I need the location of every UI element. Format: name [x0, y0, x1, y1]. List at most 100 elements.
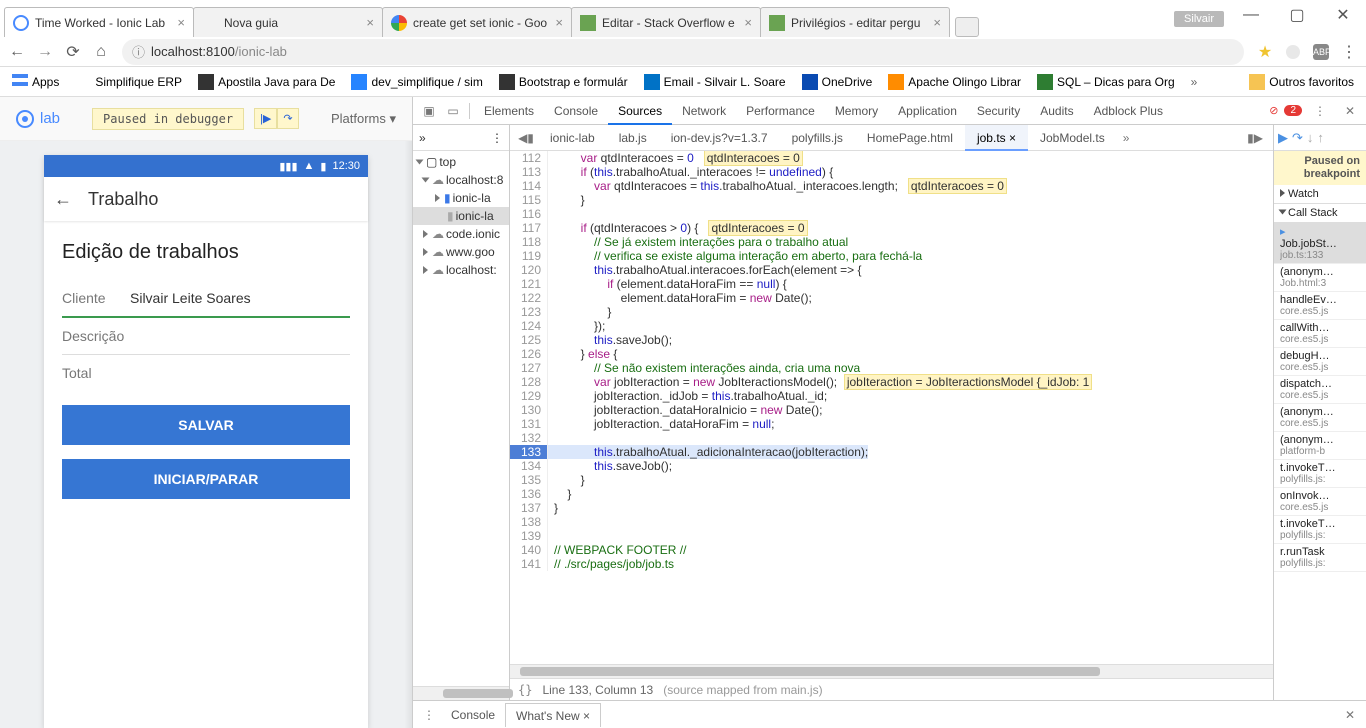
bookmark-item[interactable]: SQL – Dicas para Org [1031, 71, 1181, 93]
browser-tab[interactable]: Editar - Stack Overflow e × [571, 7, 761, 37]
stack-frame[interactable]: onInvok…core.es5.js [1274, 488, 1366, 516]
bookmark-item[interactable]: dev_simplifique / sim [345, 71, 488, 93]
inspect-icon[interactable]: ▣ [417, 99, 441, 123]
code-line[interactable]: 133 this.trabalhoAtual._adicionaInteraca… [510, 445, 1273, 459]
platforms-dropdown[interactable]: Platforms ▾ [331, 111, 396, 127]
code-line[interactable]: 132 [510, 431, 1273, 445]
bookmark-item[interactable]: Bootstrap e formulár [493, 71, 634, 93]
browser-tab[interactable]: Time Worked - Ionic Lab × [4, 7, 194, 37]
total-field[interactable]: Total [62, 355, 350, 391]
tree-file[interactable]: ▮ ionic-la [413, 207, 509, 225]
code-line[interactable]: 112 var qtdInteracoes = 0 qtdInteracoes … [510, 151, 1273, 165]
tab-elements[interactable]: Elements [474, 97, 544, 125]
code-line[interactable]: 126 } else { [510, 347, 1273, 361]
tree-folder[interactable]: ▮ ionic-la [413, 189, 509, 207]
close-icon[interactable]: × [933, 15, 941, 30]
stack-frame[interactable]: (anonym…Job.html:3 [1274, 264, 1366, 292]
code-line[interactable]: 135 } [510, 473, 1273, 487]
browser-tab[interactable]: Nova guia × [193, 7, 383, 37]
code-line[interactable]: 122 element.dataHoraFim = new Date(); [510, 291, 1273, 305]
code-line[interactable]: 138 [510, 515, 1273, 529]
site-info-icon[interactable]: ⓘ [132, 42, 145, 61]
bookmark-overflow[interactable]: » [1185, 72, 1204, 92]
editor-scrollbar[interactable] [510, 664, 1273, 678]
more-icon[interactable]: ⋮ [491, 131, 503, 145]
code-line[interactable]: 115 } [510, 193, 1273, 207]
drawer-tab-whatsnew[interactable]: What's New × [505, 703, 601, 727]
code-line[interactable]: 140// WEBPACK FOOTER // [510, 543, 1273, 557]
code-line[interactable]: 114 var qtdInteracoes = this.trabalhoAtu… [510, 179, 1273, 193]
code-line[interactable]: 141// ./src/pages/job/job.ts [510, 557, 1273, 571]
descricao-field[interactable]: Descrição [62, 318, 350, 355]
navigator-scrollbar[interactable] [413, 686, 509, 700]
code-line[interactable]: 139 [510, 529, 1273, 543]
drawer-close-icon[interactable]: ✕ [1338, 703, 1362, 727]
code-line[interactable]: 131 jobIteraction._dataHoraFim = null; [510, 417, 1273, 431]
tab-console[interactable]: Console [544, 97, 608, 125]
forward-button[interactable]: → [34, 41, 56, 63]
file-tab[interactable]: HomePage.html [855, 125, 965, 151]
apps-button[interactable]: Apps [6, 71, 65, 93]
resume-icon[interactable]: |▶ [254, 108, 277, 129]
code-line[interactable]: 118 // Se já existem interações para o t… [510, 235, 1273, 249]
code-line[interactable]: 113 if (this.trabalhoAtual._interacoes !… [510, 165, 1273, 179]
new-tab-button[interactable] [955, 17, 979, 37]
code-line[interactable]: 130 jobIteraction._dataHoraInicio = new … [510, 403, 1273, 417]
tab-audits[interactable]: Audits [1030, 97, 1083, 125]
resume-icon[interactable]: ▶ [1278, 130, 1288, 146]
stack-frame[interactable]: callWith…core.es5.js [1274, 320, 1366, 348]
close-icon[interactable]: × [177, 15, 185, 30]
adblock-icon[interactable]: ABP [1310, 41, 1332, 63]
code-line[interactable]: 125 this.saveJob(); [510, 333, 1273, 347]
step-out-icon[interactable]: ↑ [1317, 130, 1324, 145]
back-arrow-icon[interactable]: ← [54, 189, 72, 210]
tree-origin[interactable]: ☁ www.goo [413, 243, 509, 261]
tab-memory[interactable]: Memory [825, 97, 888, 125]
file-tab[interactable]: JobModel.ts [1028, 125, 1117, 151]
tree-origin[interactable]: ☁ localhost: [413, 261, 509, 279]
file-tab[interactable]: ion-dev.js?v=1.3.7 [659, 125, 780, 151]
cliente-field[interactable]: Cliente Silvair Leite Soares [62, 280, 350, 318]
error-icon[interactable]: ⊘ [1269, 104, 1278, 117]
more-tabs-icon[interactable]: » [1117, 131, 1136, 145]
file-tab[interactable]: ionic-lab [538, 125, 607, 151]
star-icon[interactable]: ★ [1254, 41, 1276, 63]
callstack-section[interactable]: Call Stack [1274, 204, 1366, 223]
stack-frame[interactable]: ▸ Job.jobSt…job.ts:133 [1274, 223, 1366, 264]
salvar-button[interactable]: SALVAR [62, 405, 350, 445]
watch-section[interactable]: Watch [1274, 185, 1366, 204]
pretty-print-icon[interactable]: {} [518, 683, 532, 697]
close-icon[interactable]: × [366, 15, 374, 30]
drawer-menu-icon[interactable]: ⋮ [417, 703, 441, 727]
stack-frame[interactable]: t.invokeT…polyfills.js: [1274, 516, 1366, 544]
minimize-button[interactable]: — [1228, 1, 1274, 29]
code-line[interactable]: 123 } [510, 305, 1273, 319]
device-toggle-icon[interactable]: ▭ [441, 99, 465, 123]
file-tab[interactable]: lab.js [607, 125, 659, 151]
file-tab[interactable]: job.ts × [965, 125, 1028, 151]
iniciar-parar-button[interactable]: INICIAR/PARAR [62, 459, 350, 499]
home-button[interactable]: ⌂ [90, 41, 112, 63]
tab-application[interactable]: Application [888, 97, 967, 125]
bookmark-item[interactable]: Apache Olingo Librar [882, 71, 1027, 93]
stack-frame[interactable]: (anonym…platform-b [1274, 432, 1366, 460]
other-bookmarks[interactable]: Outros favoritos [1243, 71, 1360, 93]
file-tab[interactable]: polyfills.js [780, 125, 855, 151]
extension-icon[interactable] [1282, 41, 1304, 63]
devtools-close-icon[interactable]: ✕ [1338, 99, 1362, 123]
stack-frame[interactable]: r.runTaskpolyfills.js: [1274, 544, 1366, 572]
url-bar[interactable]: ⓘ localhost:8100/ionic-lab [122, 39, 1244, 65]
tab-adblock[interactable]: Adblock Plus [1084, 97, 1173, 125]
code-line[interactable]: 136 } [510, 487, 1273, 501]
tab-performance[interactable]: Performance [736, 97, 825, 125]
bookmark-item[interactable]: Apostila Java para De [192, 71, 341, 93]
bookmark-item[interactable]: Simplifique ERP [69, 71, 188, 93]
menu-button[interactable]: ⋮ [1338, 41, 1360, 63]
bookmark-item[interactable]: OneDrive [796, 71, 879, 93]
code-line[interactable]: 134 this.saveJob(); [510, 459, 1273, 473]
bookmark-item[interactable]: Email - Silvair L. Soare [638, 71, 792, 93]
tab-security[interactable]: Security [967, 97, 1030, 125]
maximize-button[interactable]: ▢ [1274, 1, 1320, 29]
code-editor[interactable]: 112 var qtdInteracoes = 0 qtdInteracoes … [510, 151, 1273, 664]
close-icon[interactable]: × [744, 15, 752, 30]
